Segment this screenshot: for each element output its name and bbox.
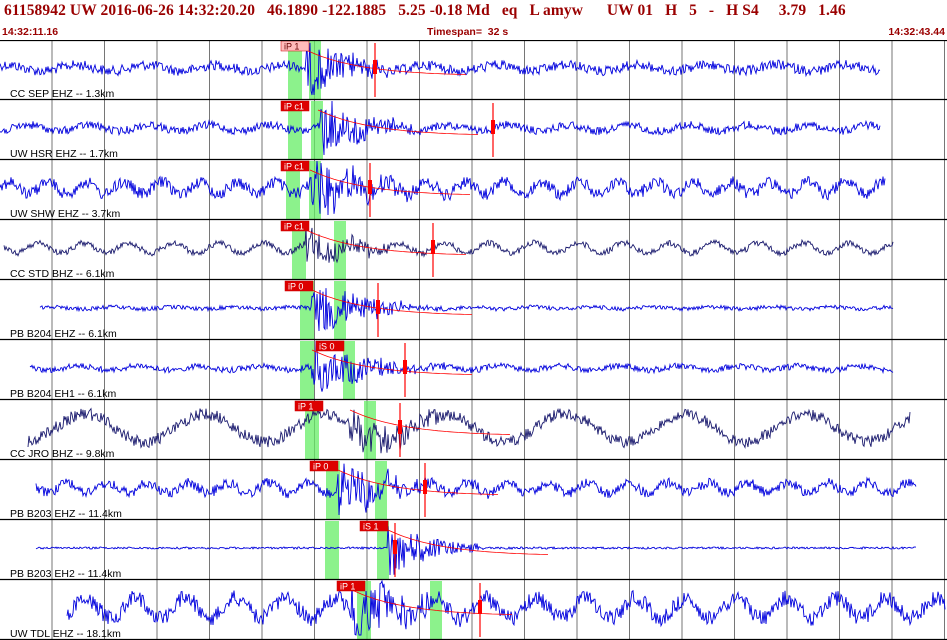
waveform-trace [0,100,881,156]
seismogram-plot[interactable]: iP 1 CC SEP EHZ -- 1.3km iP c1 UW HSR EHZ -… [0,40,947,640]
waveform-trace [0,40,881,96]
timespan: Timespan= 32 s [427,26,509,38]
waveform-trace [3,226,894,264]
waveform-trace [29,340,894,392]
channel-label: PB B203 EH2 -- 11.4km [10,568,122,580]
channel-label: UW HSR EHZ -- 1.7km [10,148,118,160]
phase-pick-label[interactable]: iP 0 [313,462,328,472]
amplitude-marker [403,360,407,374]
amplitude-marker [431,240,435,254]
waveform-trace [0,160,886,216]
phase-pick-label[interactable]: iS 0 [319,342,335,352]
phase-pick-label[interactable]: iP 0 [288,282,303,292]
channel-label: CC SEP EHZ -- 1.3km [10,88,114,100]
amplitude-marker [376,300,380,314]
phase-pick-label[interactable]: iP 1 [284,42,299,52]
amplitude-marker [478,600,482,614]
channel-label: PB B204 EHZ -- 6.1km [10,328,117,340]
amplitude-marker [373,60,377,74]
p-pick-window [325,521,339,580]
p-pick-window [300,341,314,400]
amplitude-marker [398,420,402,434]
end-time: 14:32:43.44 [888,26,945,38]
event-title: 61158942 UW 2016-06-26 14:32:20.20 46.18… [4,2,846,19]
phase-pick-label[interactable]: iP c1 [284,162,304,172]
channel-label: UW TDL EHZ -- 18.1km [10,628,121,640]
channel-label: CC JRO BHZ -- 9.8km [10,448,115,460]
header: 61158942 UW 2016-06-26 14:32:20.20 46.18… [0,0,947,40]
waveform-trace [66,579,946,636]
phase-pick-label[interactable]: iP 1 [298,402,313,412]
phase-pick-label[interactable]: iP c1 [284,222,304,232]
phase-pick-label[interactable]: iP 1 [340,582,355,592]
phase-pick-label[interactable]: iP c1 [284,102,304,112]
amplitude-marker [423,480,427,494]
waveform-trace [27,407,911,454]
amplitude-marker [393,540,397,554]
amplitude-marker [491,120,495,134]
channel-label: CC STD BHZ -- 6.1km [10,268,115,280]
waveform-trace [35,463,917,516]
phase-pick-label[interactable]: iS 1 [363,522,379,532]
amplitude-marker [368,180,372,194]
waveform-trace [39,288,894,332]
channel-label: UW SHW EHZ -- 3.7km [10,208,120,220]
channel-label: PB B204 EH1 -- 6.1km [10,388,116,400]
channel-label: PB B203 EHZ -- 11.4km [10,508,122,520]
start-time: 14:32:11.16 [2,26,59,38]
